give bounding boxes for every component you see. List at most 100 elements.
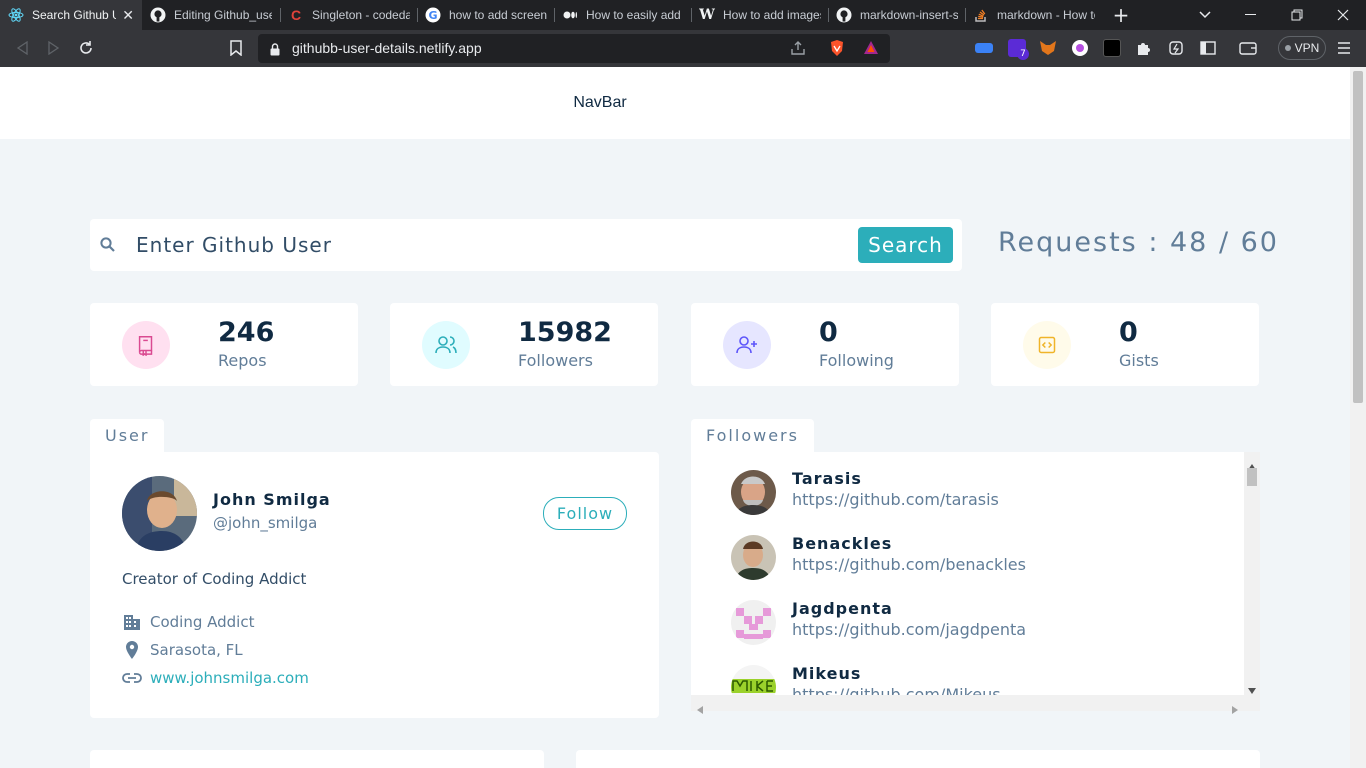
browser-tab-active[interactable]: Search Github User ✕: [0, 0, 142, 30]
scroll-left-icon[interactable]: [697, 699, 703, 718]
stat-value: 0: [1119, 317, 1138, 348]
metamask-icon[interactable]: [1039, 39, 1057, 57]
follower-link[interactable]: https://github.com/Mikeus: [792, 685, 1001, 695]
sidebar-icon[interactable]: [1198, 38, 1218, 58]
google-icon: G: [425, 7, 441, 23]
page-vertical-scrollbar[interactable]: [1350, 67, 1366, 768]
browser-tab[interactable]: W How to add images: [691, 0, 829, 30]
extension-icon[interactable]: [975, 43, 993, 53]
search-button[interactable]: Search: [858, 227, 953, 263]
follower-avatar: [731, 535, 776, 580]
stat-value: 15982: [518, 317, 612, 348]
building-icon: [122, 612, 142, 632]
vpn-label: VPN: [1294, 41, 1320, 55]
list-item: Tarasis https://github.com/tarasis: [731, 467, 1211, 517]
tab-title: Editing Github_user: [174, 8, 272, 22]
follower-link[interactable]: https://github.com/tarasis: [792, 490, 999, 509]
stat-label: Followers: [518, 351, 593, 370]
minimize-icon[interactable]: [1228, 0, 1274, 30]
follower-link[interactable]: https://github.com/benackles: [792, 555, 1026, 574]
user-handle: @john_smilga: [213, 514, 318, 532]
browser-toolbar: githubb-user-details.netlify.app 7 VPN: [0, 30, 1366, 67]
scrollbar-thumb[interactable]: [1247, 468, 1257, 486]
browser-tab[interactable]: How to easily add: [554, 0, 692, 30]
location-pin-icon: [122, 640, 142, 660]
follow-button[interactable]: Follow: [543, 497, 627, 530]
svg-text:G: G: [428, 9, 437, 22]
book-icon: [122, 321, 170, 369]
brave-rewards-icon[interactable]: [863, 40, 879, 59]
brave-shield-icon[interactable]: [829, 39, 845, 61]
navbar: NavBar: [0, 67, 1350, 139]
stat-card-gists: 0 Gists: [991, 303, 1259, 386]
vpn-status-dot: [1284, 45, 1291, 51]
follower-link[interactable]: https://github.com/jagdpenta: [792, 620, 1026, 639]
extensions-puzzle-icon[interactable]: [1134, 38, 1154, 58]
stat-card-repos: 246 Repos: [90, 303, 358, 386]
tab-title: How to easily add: [586, 8, 681, 22]
tab-search-icon[interactable]: [1182, 0, 1228, 30]
browser-tab[interactable]: Editing Github_user: [142, 0, 280, 30]
address-bar[interactable]: githubb-user-details.netlify.app: [258, 34, 890, 63]
wallet-icon[interactable]: [1238, 38, 1258, 58]
stat-card-followers: 15982 Followers: [390, 303, 658, 386]
sync-icon[interactable]: [1166, 38, 1186, 58]
extension-badge: 7: [1017, 48, 1029, 60]
browser-tab[interactable]: markdown-insert-screenshot: [828, 0, 966, 30]
scrollbar-thumb[interactable]: [1353, 71, 1363, 403]
tab-title: markdown-insert-screenshot: [860, 8, 958, 22]
stackoverflow-icon: [973, 7, 989, 23]
user-card: John Smilga @john_smilga Follow Creator …: [90, 452, 659, 718]
search-icon: [98, 235, 118, 255]
browser-tab[interactable]: markdown - How to: [965, 0, 1103, 30]
search-input[interactable]: [136, 227, 836, 263]
lock-icon: [270, 41, 280, 60]
extension-icon[interactable]: 7: [1008, 39, 1029, 60]
browser-tab[interactable]: G how to add screenshot: [417, 0, 555, 30]
browser-tab[interactable]: C Singleton - codedamn: [280, 0, 418, 30]
share-icon[interactable]: [790, 40, 806, 60]
tab-title: How to add images: [723, 8, 821, 22]
stat-label: Repos: [218, 351, 267, 370]
list-item: Jagdpenta https://github.com/jagdpenta: [731, 597, 1211, 647]
close-icon[interactable]: ✕: [122, 7, 134, 24]
user-company: Coding Addict: [122, 612, 254, 632]
user-card-tab: User: [90, 419, 165, 452]
user-blog-link[interactable]: www.johnsmilga.com: [150, 669, 309, 687]
followers-horizontal-scrollbar[interactable]: [691, 695, 1260, 714]
restore-icon[interactable]: [1274, 0, 1320, 30]
followers-card-tab: Followers: [691, 419, 814, 452]
scroll-right-icon[interactable]: [1232, 699, 1238, 718]
reload-icon[interactable]: [76, 38, 96, 58]
user-name: John Smilga: [213, 490, 331, 509]
menu-icon[interactable]: [1334, 38, 1354, 58]
navbar-title: NavBar: [573, 94, 627, 111]
tab-title: markdown - How to: [997, 8, 1095, 22]
tab-title: Singleton - codedamn: [312, 8, 410, 22]
extension-icon[interactable]: [1071, 39, 1089, 57]
chart-card: [90, 750, 544, 768]
react-icon: [8, 7, 24, 23]
stat-value: 246: [218, 317, 275, 348]
user-plus-icon: [723, 321, 771, 369]
followers-list[interactable]: Tarasis https://github.com/tarasis Benac…: [691, 452, 1244, 695]
code-icon: [1023, 321, 1071, 369]
vpn-button[interactable]: VPN: [1278, 36, 1326, 60]
user-bio: Creator of Coding Addict: [122, 570, 307, 588]
github-icon: [150, 7, 166, 23]
new-tab-button[interactable]: +: [1098, 0, 1144, 30]
stat-card-following: 0 Following: [691, 303, 959, 386]
extension-icon[interactable]: [1103, 39, 1121, 57]
stat-label: Following: [819, 351, 894, 370]
list-item: Benackles https://github.com/benackles: [731, 532, 1211, 582]
forward-icon[interactable]: [44, 38, 64, 58]
followers-vertical-scrollbar[interactable]: [1244, 452, 1260, 695]
wikipedia-icon: W: [699, 7, 715, 23]
codedamn-icon: C: [290, 7, 302, 23]
followers-card: Tarasis https://github.com/tarasis Benac…: [691, 452, 1260, 714]
back-icon[interactable]: [12, 38, 32, 58]
url-text: githubb-user-details.netlify.app: [292, 40, 482, 56]
follower-name: Mikeus: [792, 664, 862, 683]
window-close-icon[interactable]: [1320, 0, 1366, 30]
bookmark-icon[interactable]: [226, 38, 246, 58]
